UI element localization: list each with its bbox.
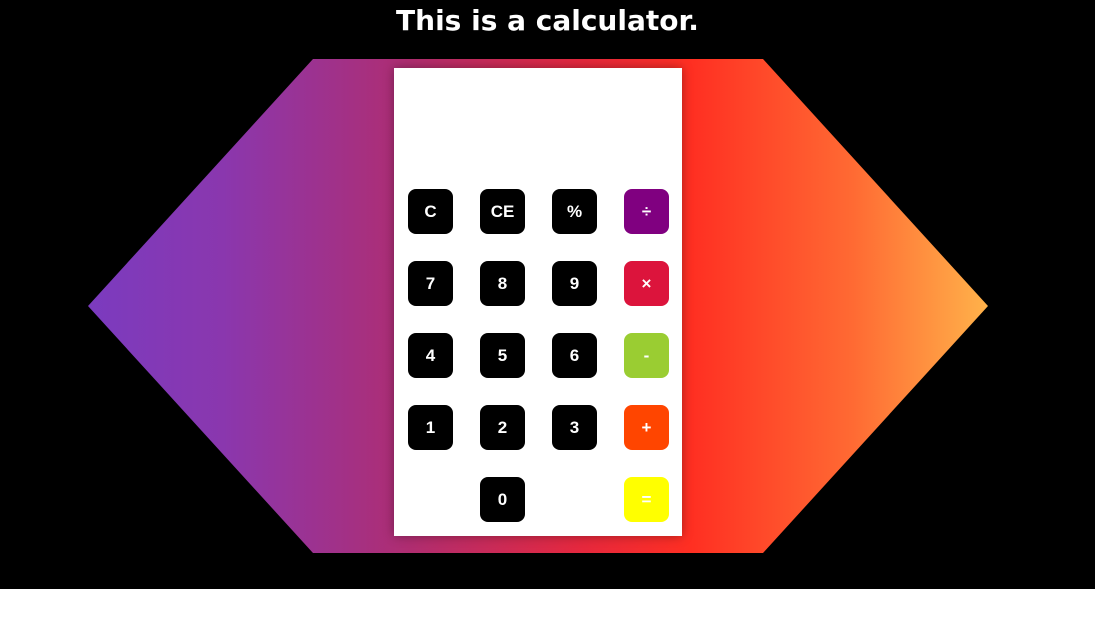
digit-1-button[interactable]: 1: [408, 405, 453, 450]
digit-2-button[interactable]: 2: [480, 405, 525, 450]
digit-8-button[interactable]: 8: [480, 261, 525, 306]
calculator-display: [394, 68, 682, 178]
multiply-button[interactable]: ×: [624, 261, 669, 306]
add-button[interactable]: +: [624, 405, 669, 450]
digit-4-button[interactable]: 4: [408, 333, 453, 378]
subtract-button[interactable]: -: [624, 333, 669, 378]
digit-3-button[interactable]: 3: [552, 405, 597, 450]
clear-button[interactable]: C: [408, 189, 453, 234]
calculator-panel: C CE % ÷ 7 8 9 × 4 5 6 - 1 2 3 + 0 =: [394, 68, 682, 536]
digit-6-button[interactable]: 6: [552, 333, 597, 378]
page-background: This is a calculator. C CE % ÷ 7 8 9 × 4…: [0, 0, 1095, 589]
page-title: This is a calculator.: [396, 4, 699, 37]
digit-9-button[interactable]: 9: [552, 261, 597, 306]
digit-0-button[interactable]: 0: [480, 477, 525, 522]
digit-5-button[interactable]: 5: [480, 333, 525, 378]
divide-button[interactable]: ÷: [624, 189, 669, 234]
clear-entry-button[interactable]: CE: [480, 189, 525, 234]
equals-button[interactable]: =: [624, 477, 669, 522]
percent-button[interactable]: %: [552, 189, 597, 234]
digit-7-button[interactable]: 7: [408, 261, 453, 306]
